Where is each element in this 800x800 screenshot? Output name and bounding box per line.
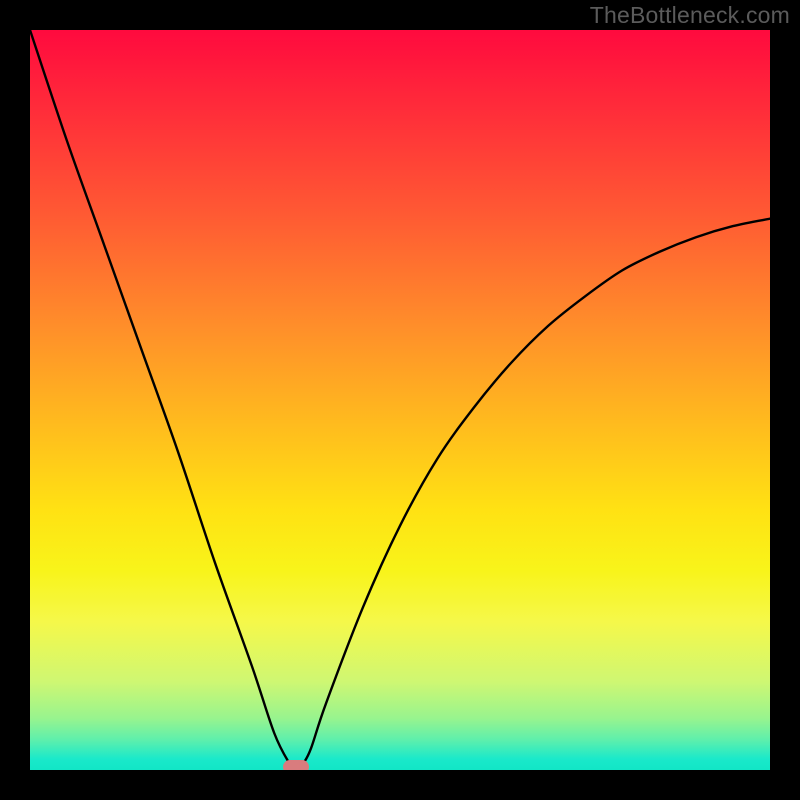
bottleneck-curve bbox=[30, 30, 770, 770]
chart-container: TheBottleneck.com bbox=[0, 0, 800, 800]
watermark-text: TheBottleneck.com bbox=[590, 2, 790, 29]
minimum-marker bbox=[283, 760, 309, 770]
plot-area bbox=[30, 30, 770, 770]
